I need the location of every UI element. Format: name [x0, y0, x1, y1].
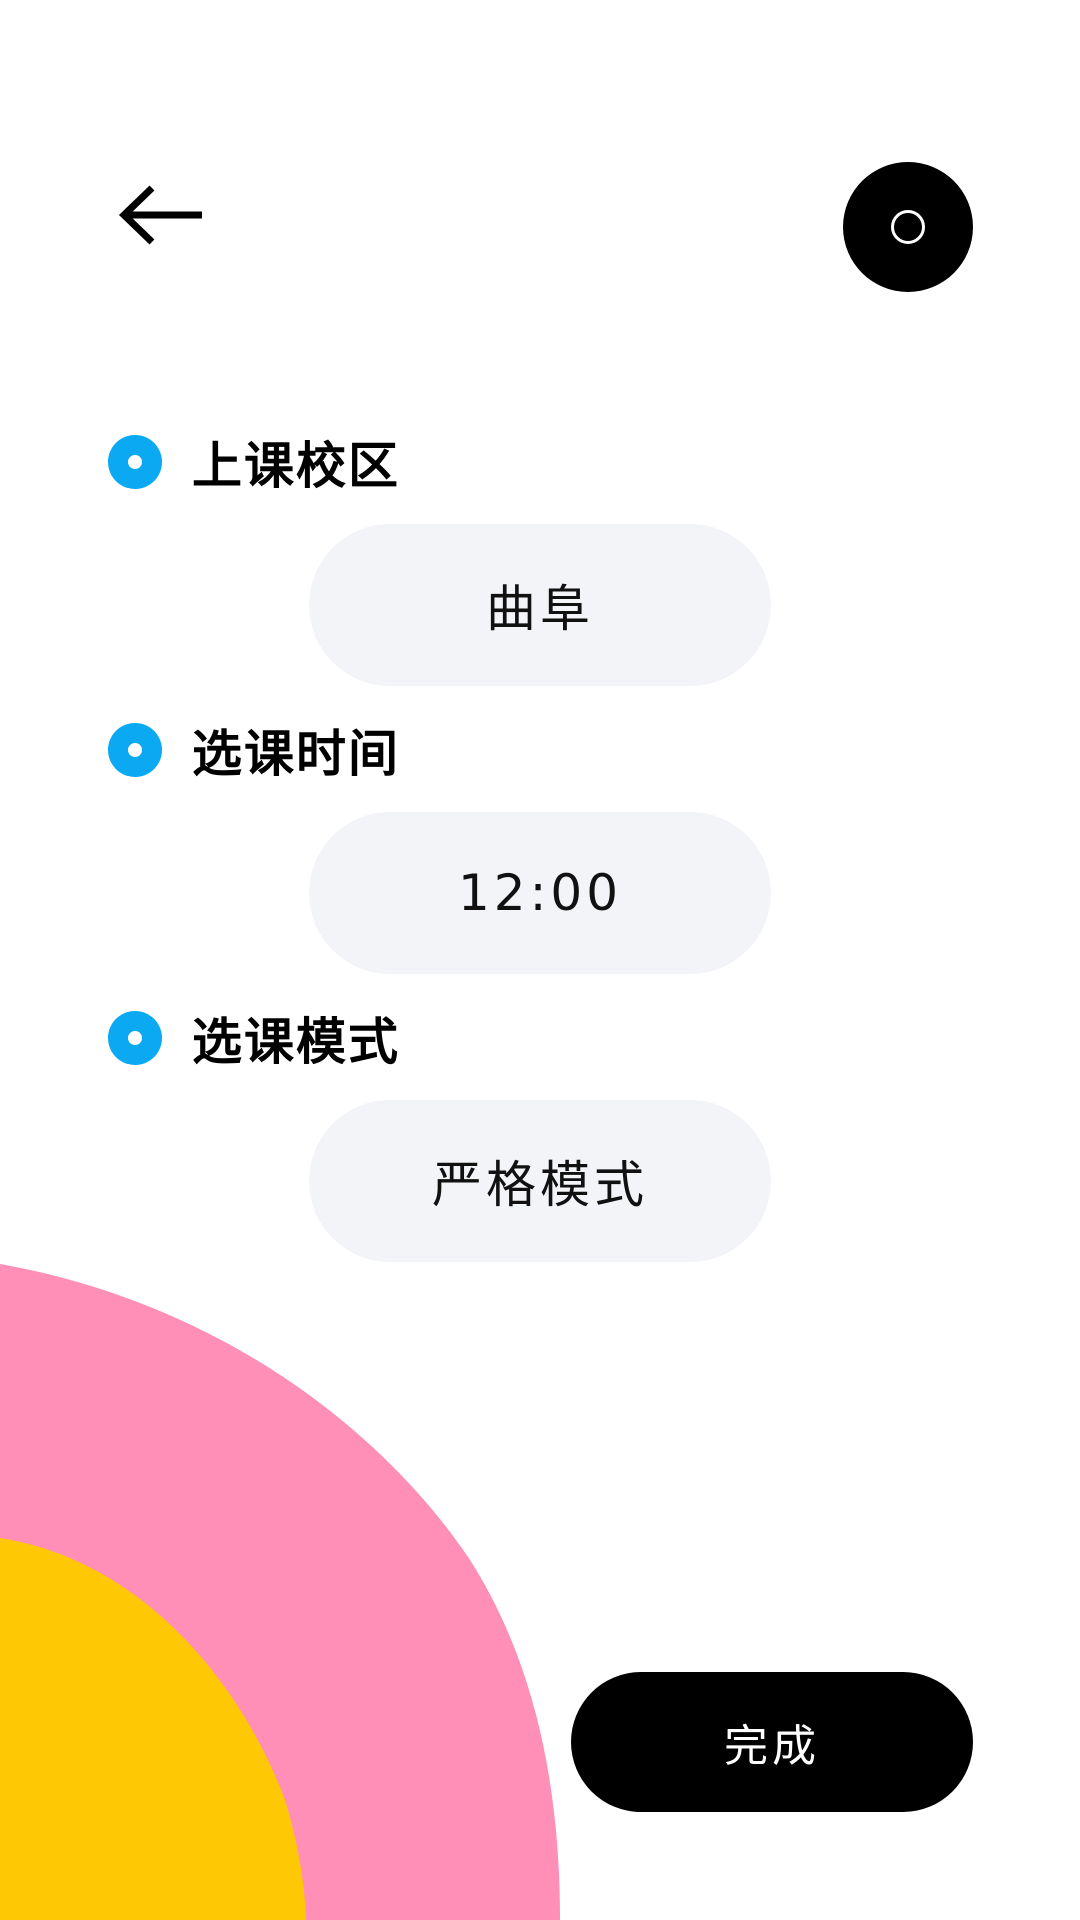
section-title-campus: 上课校区: [192, 437, 400, 495]
section-header-time: 选课时间: [108, 720, 400, 783]
bullet-dot-icon: [108, 1011, 162, 1065]
section-header-mode: 选课模式: [108, 1008, 400, 1071]
campus-selector[interactable]: 曲阜: [309, 524, 771, 686]
section-title-time: 选课时间: [192, 725, 400, 783]
bullet-dot-icon: [108, 435, 162, 489]
round-action-button[interactable]: [843, 162, 973, 292]
back-button[interactable]: [116, 180, 206, 250]
time-selector[interactable]: 12:00: [309, 812, 771, 974]
section-header-campus: 上课校区: [108, 432, 400, 495]
bullet-dot-icon: [108, 723, 162, 777]
circle-ring-icon: [891, 210, 925, 244]
arrow-left-icon: [118, 185, 202, 245]
done-button[interactable]: 完成: [571, 1672, 973, 1812]
pink-arc: [0, 1264, 560, 1920]
mode-selector[interactable]: 严格模式: [309, 1100, 771, 1262]
section-title-mode: 选课模式: [192, 1013, 400, 1071]
yellow-arc: [0, 1538, 306, 1920]
